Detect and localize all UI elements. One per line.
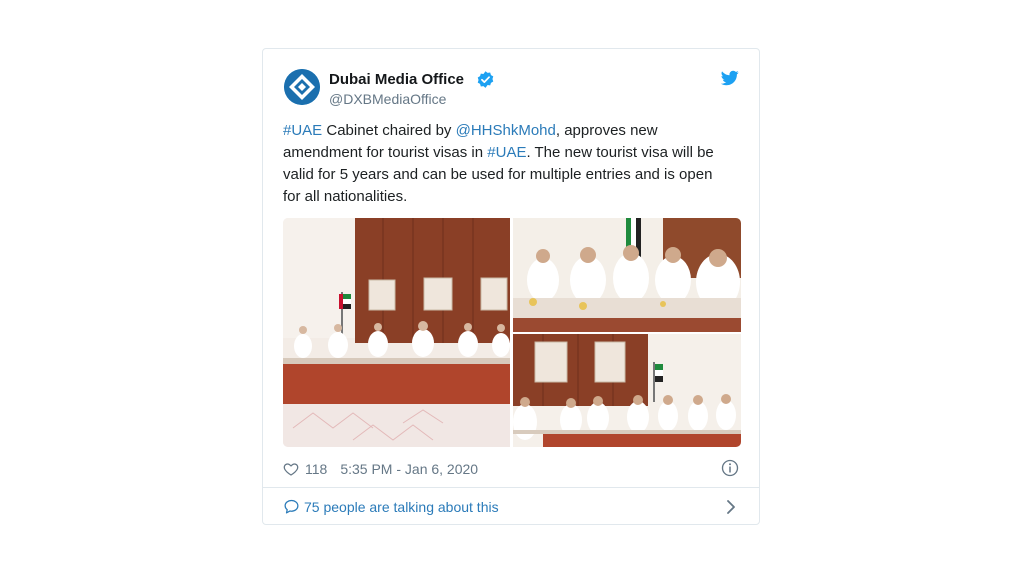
mention-link[interactable]: @HHShkMohd (456, 122, 556, 139)
photo-cabinet-members-closeup[interactable] (513, 218, 741, 332)
tweet-text-segment: Cabinet chaired by (322, 122, 456, 139)
comment-icon (284, 499, 299, 514)
author-handle[interactable]: @DXBMediaOffice (329, 91, 446, 107)
heart-icon[interactable] (283, 461, 299, 477)
tweet-text: #UAE Cabinet chaired by @HHShkMohd, appr… (283, 120, 733, 208)
dubai-media-office-logo (284, 69, 320, 105)
embedded-tweet-card: Dubai Media Office @DXBMediaOffice #UAE … (262, 48, 760, 525)
media-grid (283, 218, 741, 447)
tweet-timestamp[interactable]: 5:35 PM - Jan 6, 2020 (340, 461, 478, 477)
author-avatar[interactable] (284, 69, 320, 105)
verified-badge-icon (477, 71, 494, 88)
hashtag-link[interactable]: #UAE (283, 122, 322, 139)
photo-cabinet-meeting-wide[interactable] (283, 218, 510, 447)
like-count[interactable]: 118 (305, 461, 327, 477)
twitter-bird-icon[interactable] (721, 69, 739, 87)
hashtag-link[interactable]: #UAE (487, 144, 526, 161)
conversation-label: 75 people are talking about this (304, 498, 499, 515)
tweet-meta: 118 5:35 PM - Jan 6, 2020 (283, 459, 478, 479)
info-icon[interactable] (721, 459, 739, 477)
chevron-right-icon[interactable] (725, 499, 737, 515)
author-name[interactable]: Dubai Media Office (329, 71, 464, 88)
divider (263, 487, 759, 488)
conversation-link[interactable]: 75 people are talking about this (283, 498, 499, 515)
photo-cabinet-meeting-portraits[interactable] (513, 334, 741, 447)
